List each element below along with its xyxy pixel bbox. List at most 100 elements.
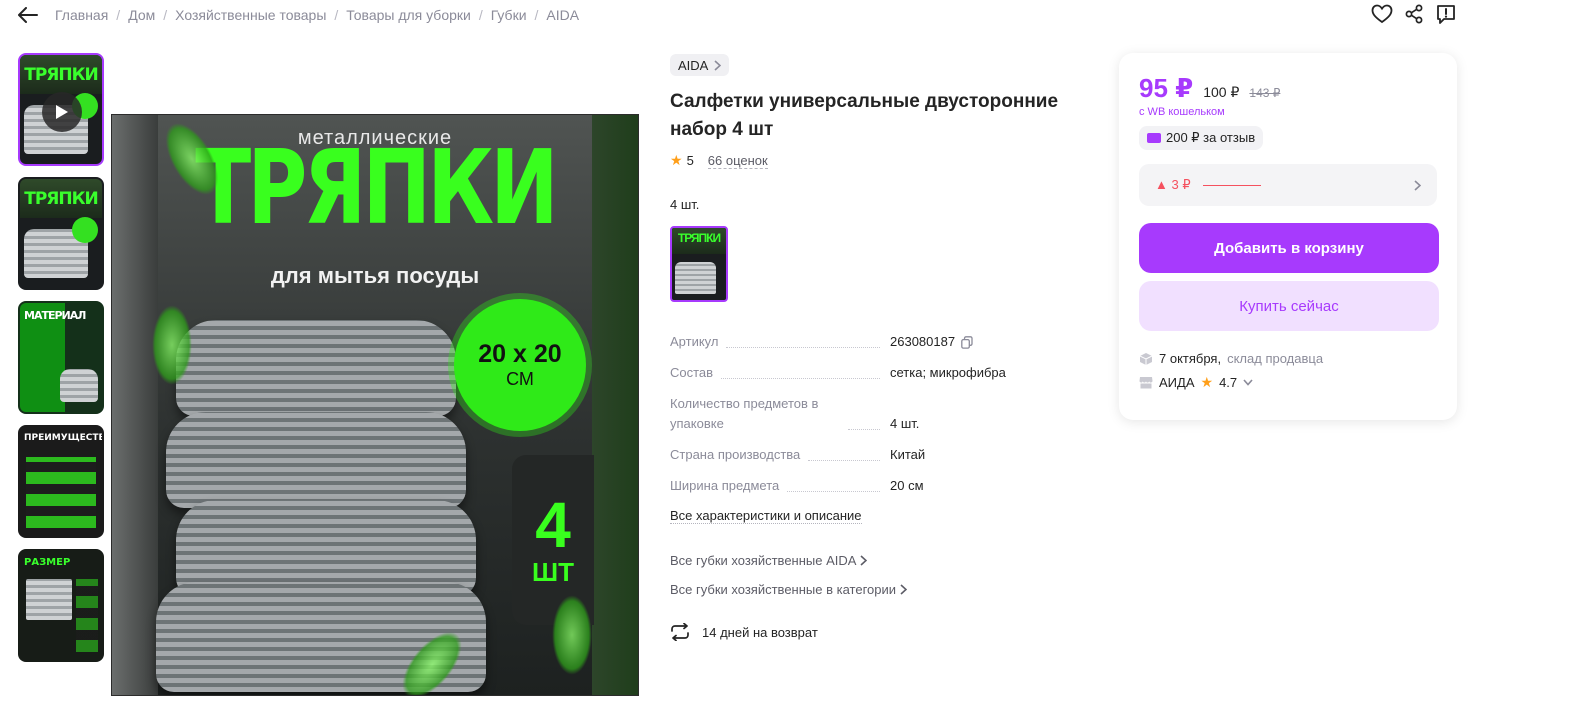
- spec-row: Страна производства Китай: [670, 445, 1090, 465]
- quantity-label: 4 шт.: [670, 197, 700, 212]
- seller-rating: 4.7: [1219, 375, 1238, 390]
- all-specs-link[interactable]: Все характеристики и описание: [670, 508, 862, 524]
- wallet-note[interactable]: с WB кошельком: [1139, 106, 1437, 118]
- product-title: Салфетки универсальные двусторонние набо…: [670, 91, 1059, 140]
- spec-value: 20 см: [890, 478, 924, 493]
- spec-row: Состав сетка; микрофибра: [670, 363, 1090, 383]
- breadcrumb-item[interactable]: Товары для уборки: [346, 7, 471, 23]
- spec-key: Страна производства: [670, 447, 801, 462]
- image-caption-big: ТРЯПКИ: [195, 129, 558, 248]
- chevron-right-icon: [900, 584, 908, 595]
- spec-key: Количество предметов в упаковке: [670, 396, 819, 431]
- spec-value: Китай: [890, 447, 926, 462]
- chevron-down-icon: [1243, 379, 1253, 386]
- brand-link[interactable]: AIDA: [670, 54, 730, 76]
- image-caption-sub: для мытья посуды: [270, 263, 480, 288]
- spec-value: 4 шт.: [890, 416, 920, 431]
- arrow-left-icon: [18, 7, 38, 23]
- thumbnail-image[interactable]: МАТЕРИАЛ: [18, 301, 104, 414]
- thumbnail-label: ТРЯПКИ: [24, 189, 99, 209]
- breadcrumb-separator: /: [116, 7, 121, 23]
- breadcrumb-separator: /: [334, 7, 339, 23]
- product-main-image[interactable]: металлические ТРЯПКИ для мытья посуды 20…: [111, 114, 639, 696]
- price-current: 95 ₽: [1139, 73, 1194, 103]
- thumbnail-label: МАТЕРИАЛ: [24, 309, 86, 322]
- star-icon: ★: [670, 152, 683, 168]
- article-number: 263080187: [890, 334, 956, 349]
- size-badge: 20 x 20 СМ: [454, 299, 586, 431]
- review-bonus-badge: 200 ₽ за отзыв: [1139, 126, 1264, 150]
- rating-row: ★ 5 66 оценок: [670, 152, 1090, 169]
- add-to-cart-button[interactable]: Добавить в корзину: [1139, 223, 1439, 273]
- return-arrows-icon: [671, 623, 689, 641]
- favorite-button[interactable]: [1370, 2, 1394, 26]
- breadcrumb-item[interactable]: Главная: [55, 7, 108, 23]
- breadcrumb-item[interactable]: Дом: [128, 7, 155, 23]
- thumbnail-image[interactable]: ТРЯПКИ: [18, 177, 104, 290]
- star-icon: ★: [1200, 374, 1214, 390]
- variant-label: ТРЯПКИ: [677, 231, 721, 245]
- shop-icon: [1139, 377, 1153, 389]
- breadcrumb-separator: /: [478, 7, 483, 23]
- heart-icon: [1371, 4, 1393, 24]
- price-card: 95 ₽ 100 ₽ 143 ₽ с WB кошельком 200 ₽ за…: [1119, 53, 1457, 420]
- seller-link[interactable]: АИДА ★ 4.7: [1139, 374, 1437, 391]
- thumbnail-label: ПРЕИМУЩЕСТВА: [24, 433, 104, 443]
- copy-icon[interactable]: [961, 335, 973, 349]
- thumbnail-label: РАЗМЕР: [24, 557, 71, 568]
- chevron-right-icon: [714, 59, 722, 71]
- breadcrumb-item[interactable]: AIDA: [546, 7, 579, 23]
- back-button[interactable]: [16, 4, 40, 26]
- price-crossed: 143 ₽: [1249, 86, 1281, 100]
- thumbnail-list: ТРЯПКИ ТРЯПКИ МАТЕРИАЛ ПРЕИМУЩЕСТВА РАЗМ…: [18, 53, 104, 673]
- top-actions: [1370, 2, 1458, 26]
- splash-decoration: [552, 595, 592, 675]
- price-change-value: ▲ 3 ₽: [1155, 177, 1191, 192]
- return-policy: 14 дней на возврат: [670, 623, 1090, 641]
- product-info: AIDA Салфетки универсальные двусторонние…: [670, 54, 1090, 641]
- breadcrumb-item[interactable]: Губки: [491, 7, 527, 23]
- thumbnail-image[interactable]: ПРЕИМУЩЕСТВА: [18, 425, 104, 538]
- size-badge-unit: СМ: [506, 369, 534, 389]
- spec-row: Артикул 263080187: [670, 332, 1090, 352]
- reviews-link[interactable]: 66 оценок: [707, 153, 768, 169]
- play-icon: [42, 92, 82, 132]
- seller-name: АИДА: [1159, 375, 1195, 390]
- splash-decoration: [152, 305, 192, 385]
- thumbnail-image[interactable]: РАЗМЕР: [18, 549, 104, 662]
- spec-key: Артикул: [670, 334, 719, 349]
- report-button[interactable]: [1434, 2, 1458, 26]
- price-without-wallet: 100 ₽: [1203, 84, 1240, 100]
- box-icon: [1139, 352, 1153, 365]
- size-badge-value: 20 x 20: [478, 340, 562, 368]
- thumbnail-video[interactable]: ТРЯПКИ: [18, 53, 104, 166]
- brand-category-link[interactable]: Все губки хозяйственные AIDA: [670, 553, 1090, 568]
- share-icon: [1405, 4, 1423, 24]
- breadcrumb-item[interactable]: Хозяйственные товары: [175, 7, 326, 23]
- spec-value: сетка; микрофибра: [890, 365, 1006, 380]
- chevron-right-icon: [860, 555, 868, 566]
- price-history-button[interactable]: ▲ 3 ₽: [1139, 164, 1437, 206]
- chevron-right-icon: [1414, 179, 1421, 191]
- review-bonus-text: 200 ₽ за отзыв: [1166, 130, 1256, 145]
- variant-option[interactable]: ТРЯПКИ: [670, 226, 728, 302]
- delivery-source: склад продавца: [1227, 351, 1324, 366]
- report-icon: [1437, 5, 1455, 24]
- delivery-date: 7 октября,: [1159, 351, 1222, 366]
- brand-name: AIDA: [678, 57, 709, 73]
- wallet-icon: [1147, 133, 1161, 143]
- price-row: 95 ₽ 100 ₽ 143 ₽: [1139, 73, 1437, 104]
- breadcrumb-separator: /: [163, 7, 168, 23]
- category-link[interactable]: Все губки хозяйственные в категории: [670, 582, 1090, 597]
- delivery-info: 7 октября, склад продавца: [1139, 351, 1437, 366]
- breadcrumb-separator: /: [534, 7, 539, 23]
- spec-row: Количество предметов в упаковке 4 шт.: [670, 394, 1090, 434]
- share-button[interactable]: [1402, 2, 1426, 26]
- specs-table: Артикул 263080187 Состав сетка; микрофиб…: [670, 332, 1090, 525]
- return-policy-text: 14 дней на возврат: [702, 624, 818, 640]
- spec-row: Ширина предмета 20 см: [670, 476, 1090, 496]
- breadcrumb: Главная / Дом / Хозяйственные товары / Т…: [55, 7, 579, 23]
- spec-key: Состав: [670, 365, 714, 380]
- buy-now-button[interactable]: Купить сейчас: [1139, 281, 1439, 331]
- brand-category-label: Все губки хозяйственные AIDA: [670, 553, 857, 568]
